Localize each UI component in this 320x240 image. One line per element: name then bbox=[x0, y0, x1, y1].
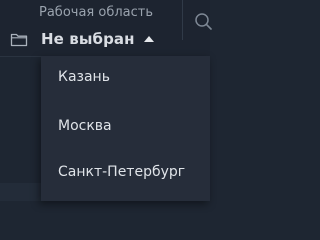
toolbar-divider bbox=[182, 0, 183, 40]
dropdown-item-label: Москва bbox=[58, 118, 112, 134]
workspace-selector[interactable]: Не выбран bbox=[10, 28, 154, 50]
dropdown-item-label: Санкт-Петербург bbox=[58, 164, 186, 180]
dropdown-item-saint-petersburg[interactable]: Санкт-Петербург bbox=[41, 152, 210, 192]
dropdown-item-label: Казань bbox=[58, 69, 110, 85]
dropdown-item-moscow[interactable]: Москва bbox=[41, 106, 210, 146]
workspace-dropdown-menu: Казань Москва Санкт-Петербург bbox=[41, 56, 210, 201]
dropdown-item-kazan[interactable]: Казань bbox=[41, 57, 210, 97]
caret-up-icon[interactable] bbox=[143, 36, 154, 42]
search-icon[interactable] bbox=[194, 12, 212, 32]
folder-icon bbox=[10, 32, 28, 47]
workspace-value: Не выбран bbox=[41, 30, 135, 48]
workspace-label: Рабочая область bbox=[39, 5, 154, 20]
top-bar: Рабочая область Не выбран bbox=[0, 0, 212, 57]
